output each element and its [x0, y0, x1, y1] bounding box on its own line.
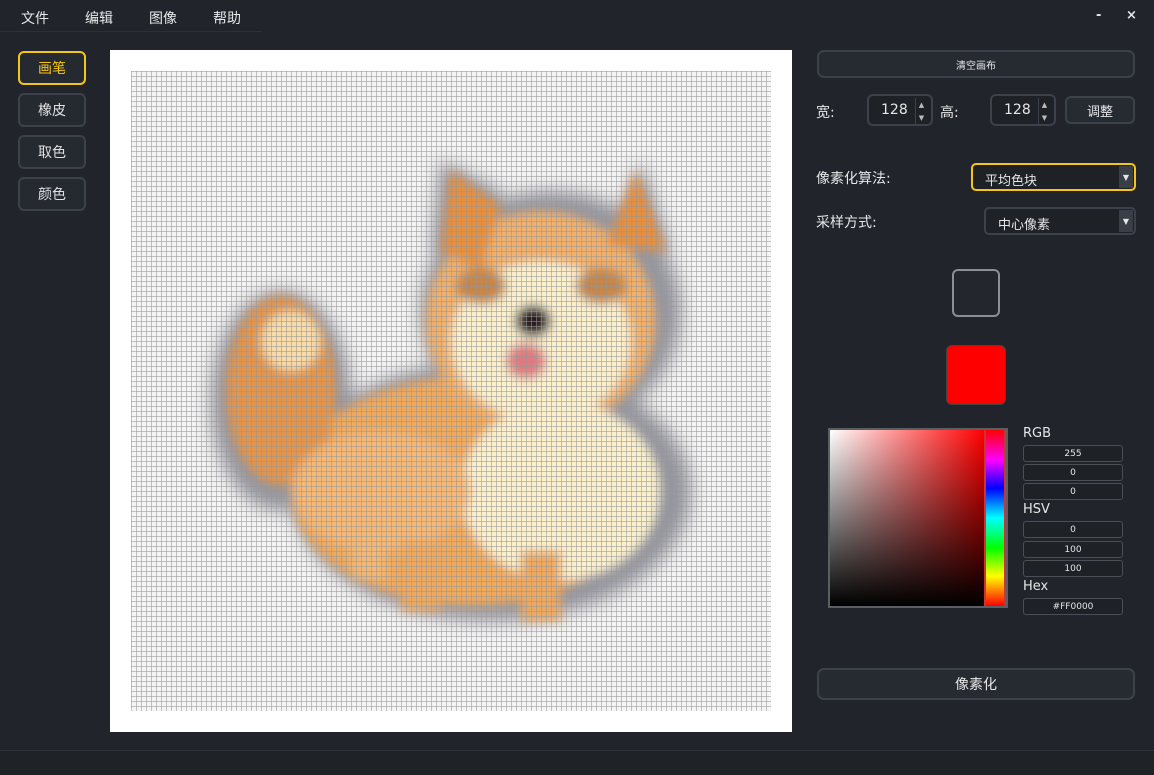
- minimize-button[interactable]: -: [1096, 8, 1101, 23]
- rgb-label: RGB: [1023, 426, 1052, 441]
- menu-help[interactable]: 帮助: [213, 8, 241, 28]
- hex-field[interactable]: #FF0000: [1023, 598, 1123, 615]
- rgb-r-field[interactable]: 255: [1023, 445, 1123, 462]
- adjust-button[interactable]: 调整: [1065, 96, 1135, 124]
- secondary-color-swatch[interactable]: [952, 269, 1000, 317]
- hsv-s-field[interactable]: 100: [1023, 541, 1123, 558]
- pixelate-button[interactable]: 像素化: [817, 668, 1135, 700]
- sampling-label: 采样方式:: [816, 215, 877, 231]
- hex-label: Hex: [1023, 579, 1049, 594]
- width-label: 宽:: [816, 105, 835, 121]
- sampling-value: 中心像素: [998, 218, 1051, 233]
- algorithm-select[interactable]: 平均色块 ▼: [971, 163, 1136, 191]
- algorithm-label: 像素化算法:: [816, 171, 891, 187]
- rgb-b-field[interactable]: 0: [1023, 483, 1123, 500]
- width-down-icon[interactable]: ▼: [915, 111, 927, 124]
- algorithm-value: 平均色块: [985, 174, 1038, 189]
- chevron-down-icon: ▼: [1119, 166, 1133, 188]
- brush-tool-button[interactable]: 画笔: [18, 51, 86, 85]
- menu-edit[interactable]: 编辑: [85, 8, 113, 28]
- hue-slider[interactable]: [984, 430, 1006, 606]
- chevron-down-icon: ▼: [1119, 210, 1133, 232]
- pixel-grid-lines: [131, 71, 771, 711]
- height-down-icon[interactable]: ▼: [1038, 111, 1050, 124]
- menu-file[interactable]: 文件: [21, 8, 49, 28]
- width-up-icon[interactable]: ▲: [915, 98, 927, 111]
- hsv-h-field[interactable]: 0: [1023, 521, 1123, 538]
- eyedropper-tool-button[interactable]: 取色: [18, 135, 86, 169]
- height-label: 高:: [940, 105, 959, 121]
- hsv-v-field[interactable]: 100: [1023, 560, 1123, 577]
- menu-image[interactable]: 图像: [149, 8, 177, 28]
- eraser-tool-button[interactable]: 橡皮: [18, 93, 86, 127]
- width-value: 128: [881, 102, 908, 118]
- height-spinbox[interactable]: 128 ▲ ▼: [990, 94, 1056, 126]
- current-color-swatch[interactable]: [946, 345, 1006, 405]
- color-tool-button[interactable]: 颜色: [18, 177, 86, 211]
- sampling-select[interactable]: 中心像素 ▼: [984, 207, 1136, 235]
- pixel-canvas[interactable]: [131, 71, 771, 711]
- close-button[interactable]: ×: [1126, 8, 1137, 23]
- menu-bar: 文件 编辑 图像 帮助 - ×: [0, 0, 1154, 34]
- hsv-label: HSV: [1023, 502, 1050, 517]
- saturation-value-area[interactable]: [830, 430, 984, 606]
- rgb-g-field[interactable]: 0: [1023, 464, 1123, 481]
- clear-canvas-button[interactable]: 清空画布: [817, 50, 1135, 78]
- menu-divider: [0, 31, 262, 32]
- status-bar: [0, 750, 1154, 775]
- color-picker[interactable]: [828, 428, 1008, 608]
- height-up-icon[interactable]: ▲: [1038, 98, 1050, 111]
- width-spinbox[interactable]: 128 ▲ ▼: [867, 94, 933, 126]
- height-value: 128: [1004, 102, 1031, 118]
